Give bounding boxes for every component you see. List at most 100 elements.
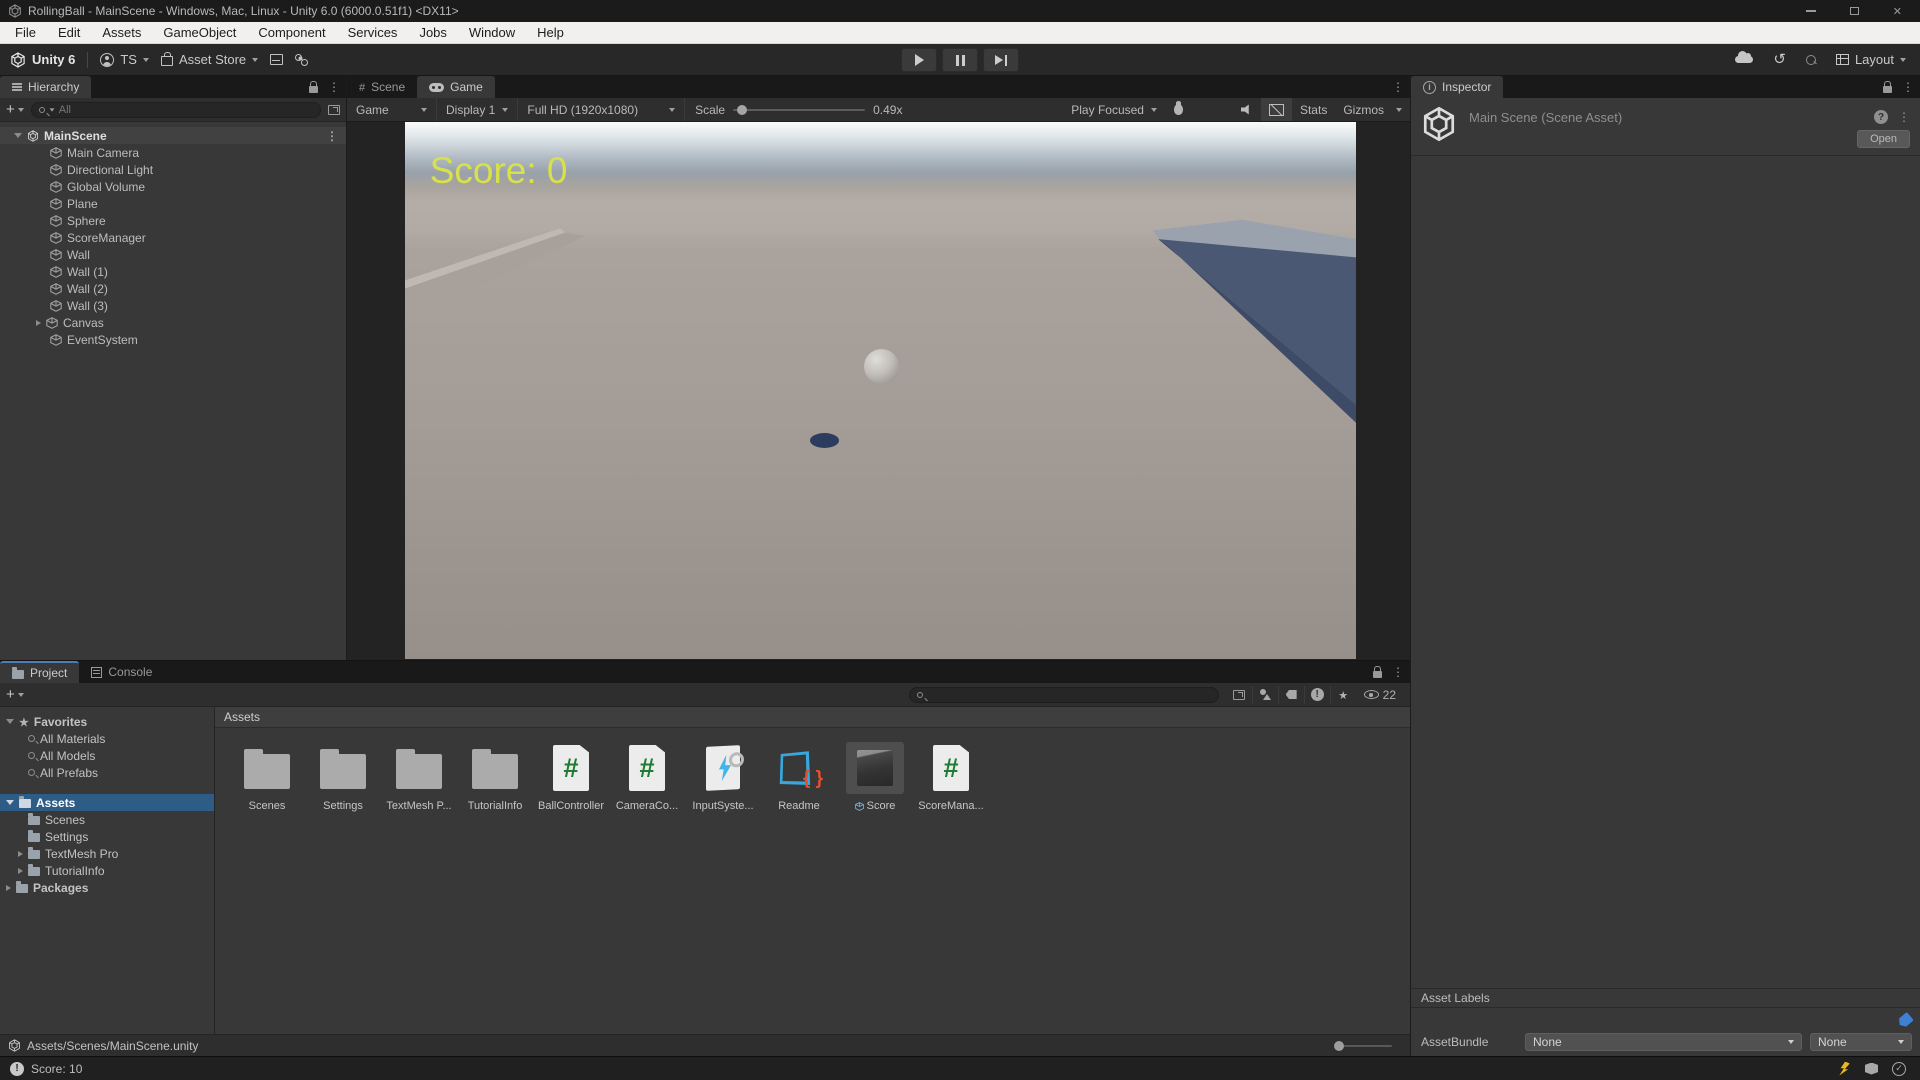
tree-all-models[interactable]: All Models [0, 747, 214, 764]
asset-labels-header[interactable]: Asset Labels [1411, 988, 1920, 1008]
tree-packages[interactable]: Packages [0, 879, 214, 896]
asset-store-dropdown[interactable]: Asset Store [161, 52, 258, 67]
tab-inspector[interactable]: i Inspector [1411, 76, 1503, 98]
hierarchy-item-scoremanager[interactable]: ScoreManager [0, 229, 346, 246]
tree-settings[interactable]: Settings [0, 828, 214, 845]
hierarchy-item-sphere[interactable]: Sphere [0, 212, 346, 229]
hierarchy-item-wall-1[interactable]: Wall (1) [0, 263, 346, 280]
hierarchy-search-input[interactable]: All [31, 102, 321, 118]
lock-icon[interactable] [1373, 671, 1382, 678]
search-in-window-icon[interactable] [1226, 686, 1252, 704]
resolution-dropdown[interactable]: Full HD (1920x1080) [518, 98, 685, 121]
hidden-count-toggle[interactable]: 22 [1356, 688, 1404, 702]
package-manager-icon[interactable] [270, 54, 283, 65]
cache-server-icon[interactable] [1865, 1063, 1878, 1075]
minimize-icon[interactable] [1806, 10, 1816, 12]
scene-picker-icon[interactable] [328, 105, 340, 115]
burst-notification-icon[interactable] [1838, 1062, 1851, 1076]
favorites-star-icon[interactable] [1330, 686, 1356, 704]
create-caret-icon[interactable] [18, 108, 24, 112]
kebab-menu-icon[interactable] [326, 129, 338, 143]
filter-by-type-icon[interactable] [1252, 686, 1278, 704]
asset-item-cameracontroller[interactable]: CameraCo... [609, 740, 685, 812]
hidden-warning-icon[interactable]: ! [1304, 686, 1330, 704]
open-button[interactable]: Open [1857, 130, 1910, 148]
version-control-icon[interactable] [295, 54, 308, 66]
expand-arrow-icon[interactable] [14, 133, 22, 138]
hierarchy-item-wall[interactable]: Wall [0, 246, 346, 263]
asset-item-tutorialinfo[interactable]: TutorialInfo [457, 740, 533, 812]
menu-window[interactable]: Window [458, 22, 526, 43]
kebab-menu-icon[interactable] [1392, 663, 1404, 681]
game-viewport[interactable]: Score: 0 [405, 122, 1356, 659]
hierarchy-item-wall-2[interactable]: Wall (2) [0, 280, 346, 297]
create-asset-button[interactable]: + [6, 687, 15, 702]
hierarchy-item-eventsystem[interactable]: EventSystem [0, 331, 346, 348]
undo-history-icon[interactable] [1773, 50, 1786, 69]
kebab-menu-icon[interactable] [1898, 108, 1910, 126]
tab-console[interactable]: Console [79, 661, 164, 683]
menu-jobs[interactable]: Jobs [408, 22, 457, 43]
play-focused-dropdown[interactable]: Play Focused [1062, 98, 1166, 121]
menu-component[interactable]: Component [247, 22, 336, 43]
assetbundle-dropdown[interactable]: None [1525, 1033, 1802, 1051]
close-icon[interactable] [1893, 2, 1902, 20]
tree-all-prefabs[interactable]: All Prefabs [0, 764, 214, 781]
menu-assets[interactable]: Assets [91, 22, 152, 43]
lock-icon[interactable] [1883, 86, 1892, 93]
asset-item-ballcontroller[interactable]: BallController [533, 740, 609, 812]
asset-item-textmeshpro[interactable]: TextMesh P... [381, 740, 457, 812]
cloud-icon[interactable] [1735, 56, 1753, 63]
tree-tutorialinfo[interactable]: TutorialInfo [0, 862, 214, 879]
filter-by-label-icon[interactable] [1278, 686, 1304, 704]
menu-edit[interactable]: Edit [47, 22, 91, 43]
create-caret-icon[interactable] [18, 693, 24, 697]
tab-game[interactable]: Game [417, 76, 495, 98]
maximize-icon[interactable] [1850, 7, 1859, 15]
kebab-menu-icon[interactable] [1902, 78, 1914, 96]
search-icon[interactable] [1806, 55, 1816, 65]
asset-item-scoremanager[interactable]: ScoreMana... [913, 740, 989, 812]
account-dropdown[interactable]: TS [100, 52, 149, 67]
tree-scenes[interactable]: Scenes [0, 811, 214, 828]
pause-button[interactable] [942, 48, 978, 72]
game-target-dropdown[interactable]: Game [347, 98, 437, 121]
hierarchy-item-plane[interactable]: Plane [0, 195, 346, 212]
help-icon[interactable]: ? [1874, 110, 1888, 124]
console-message-icon[interactable]: ! [10, 1062, 24, 1076]
hierarchy-item-directional-light[interactable]: Directional Light [0, 161, 346, 178]
asset-item-scenes[interactable]: Scenes [229, 740, 305, 812]
kebab-menu-icon[interactable] [1392, 78, 1404, 96]
menu-gameobject[interactable]: GameObject [152, 22, 247, 43]
unity-version-badge[interactable]: Unity 6 [10, 52, 75, 68]
lock-icon[interactable] [309, 86, 318, 93]
hierarchy-item-global-volume[interactable]: Global Volume [0, 178, 346, 195]
scale-slider[interactable] [733, 109, 865, 111]
menu-services[interactable]: Services [337, 22, 409, 43]
play-button[interactable] [901, 48, 937, 72]
slider-thumb[interactable] [737, 105, 747, 115]
layout-dropdown[interactable]: Layout [1836, 52, 1906, 67]
asset-item-score-selected[interactable]: Score [837, 740, 913, 812]
create-object-button[interactable]: + [6, 102, 15, 117]
mute-audio-button[interactable] [1233, 98, 1261, 121]
vsync-button[interactable] [1261, 98, 1292, 121]
slider-thumb[interactable] [1334, 1041, 1344, 1051]
collapsed-arrow-icon[interactable] [36, 320, 41, 326]
tab-project[interactable]: Project [0, 661, 79, 683]
menu-file[interactable]: File [4, 22, 47, 43]
hierarchy-root-mainscene[interactable]: MainScene [0, 127, 346, 144]
tree-assets-selected[interactable]: Assets [0, 794, 214, 811]
tab-scene[interactable]: Scene [347, 76, 417, 98]
background-tasks-icon[interactable]: ✓ [1892, 1062, 1906, 1076]
menu-help[interactable]: Help [526, 22, 575, 43]
step-button[interactable] [983, 48, 1019, 72]
kebab-menu-icon[interactable] [328, 78, 340, 96]
tab-hierarchy[interactable]: Hierarchy [0, 76, 91, 98]
hierarchy-item-canvas[interactable]: Canvas [0, 314, 346, 331]
thumbnail-size-slider[interactable] [1336, 1045, 1392, 1047]
asset-item-inputsystem[interactable]: InputSyste... [685, 740, 761, 812]
assetbundle-variant-dropdown[interactable]: None [1810, 1033, 1912, 1051]
hierarchy-item-wall-3[interactable]: Wall (3) [0, 297, 346, 314]
tree-favorites[interactable]: Favorites [0, 713, 214, 730]
